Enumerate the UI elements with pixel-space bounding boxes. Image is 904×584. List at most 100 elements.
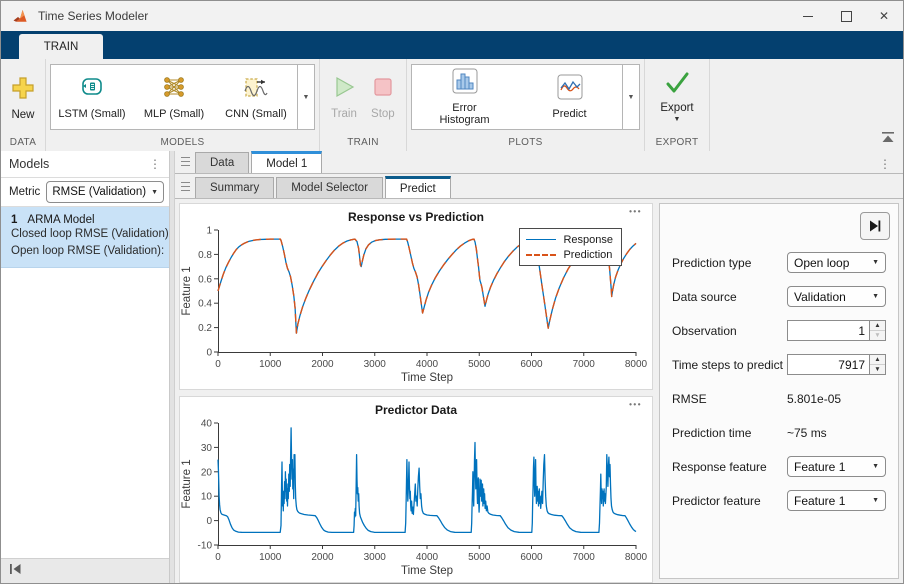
document-tab-menu-icon[interactable]: ⋮	[879, 159, 891, 169]
document-tab-row: Data Model 1 ⋮	[175, 151, 903, 174]
app-window: Time Series Modeler ✕ TRAIN New	[0, 0, 904, 584]
predictor-chart-title: Predictor Data	[375, 403, 457, 417]
time-steps-input[interactable]: 7917	[788, 355, 869, 374]
predictor-feature-row: Predictor feature Feature 1 ▼	[672, 489, 886, 512]
train-button-label: Train	[331, 108, 357, 120]
svg-text:40: 40	[201, 419, 213, 430]
tab-predict[interactable]: Predict	[385, 176, 451, 198]
gallery-item-lstm[interactable]: LSTM (Small)	[51, 74, 133, 120]
data-source-dropdown[interactable]: Validation ▼	[787, 286, 886, 307]
legend-label-prediction: Prediction	[563, 249, 612, 261]
cnn-icon	[243, 74, 269, 105]
tab-data[interactable]: Data	[195, 152, 249, 173]
svg-text:4000: 4000	[416, 552, 439, 563]
section-caption-train: TRAIN	[320, 135, 406, 151]
observation-spinner: 1 ▲ ▼	[787, 320, 886, 341]
toolstrip-section-models: LSTM (Small)	[46, 59, 320, 151]
chevron-down-icon: ▼	[872, 497, 879, 504]
metric-label: Metric	[9, 186, 40, 198]
svg-text:7000: 7000	[573, 359, 596, 370]
prediction-type-row: Prediction type Open loop ▼	[672, 251, 886, 274]
close-button[interactable]: ✕	[865, 1, 903, 31]
svg-text:0: 0	[206, 516, 212, 527]
observation-input[interactable]: 1	[788, 321, 869, 340]
predictor-feature-dropdown[interactable]: Feature 1 ▼	[787, 490, 886, 511]
model-list-item-selected[interactable]: 1ARMA Model Closed loop RMSE (Validation…	[1, 207, 169, 268]
data-source-row: Data source Validation ▼	[672, 285, 886, 308]
chart-options-icon[interactable]: •••	[629, 400, 642, 409]
svg-text:7000: 7000	[573, 552, 596, 563]
svg-text:3000: 3000	[364, 359, 387, 370]
svg-text:6000: 6000	[520, 359, 543, 370]
metric-dropdown[interactable]: RMSE (Validation) ▼	[46, 181, 164, 203]
models-gallery-dropdown-button[interactable]: ▼	[298, 64, 315, 130]
plots-gallery-dropdown-button[interactable]: ▼	[623, 64, 640, 130]
subtab-row-grip-icon[interactable]	[181, 182, 190, 191]
time-steps-decrement-button[interactable]: ▼	[870, 365, 885, 374]
tab-model-1[interactable]: Model 1	[251, 151, 322, 173]
metric-dropdown-value: RMSE (Validation)	[52, 186, 146, 198]
models-panel-footer	[1, 558, 169, 583]
close-icon: ✕	[879, 9, 889, 23]
time-steps-increment-button[interactable]: ▲	[870, 355, 885, 365]
minimize-icon	[803, 16, 813, 17]
mlp-network-icon	[161, 74, 187, 105]
tab-row-grip-icon[interactable]	[181, 157, 190, 166]
train-play-icon	[332, 75, 356, 104]
svg-text:0: 0	[215, 359, 221, 370]
predictor-feature-label: Predictor feature	[672, 494, 761, 508]
new-plus-icon	[10, 75, 36, 106]
gallery-item-predict-label: Predict	[552, 108, 586, 120]
ribbon-tab-band: TRAIN	[1, 31, 903, 59]
collapse-ribbon-button[interactable]	[881, 130, 895, 148]
toolstrip-section-plots: Error Histogram Predict	[407, 59, 645, 151]
section-caption-export: EXPORT	[645, 135, 709, 151]
toolstrip: New DATA	[1, 59, 903, 152]
maximize-icon	[841, 11, 852, 22]
gallery-item-mlp[interactable]: MLP (Small)	[133, 74, 215, 120]
metric-row: Metric RMSE (Validation) ▼	[1, 178, 169, 207]
legend-entry-prediction: Prediction	[526, 247, 613, 262]
new-button[interactable]: New	[10, 75, 36, 121]
tab-model-selector[interactable]: Model Selector	[276, 177, 383, 198]
gallery-item-lstm-label: LSTM (Small)	[58, 108, 125, 120]
ribbon-tab-train[interactable]: TRAIN	[19, 34, 103, 59]
response-feature-dropdown[interactable]: Feature 1 ▼	[787, 456, 886, 477]
prediction-type-dropdown[interactable]: Open loop ▼	[787, 252, 886, 273]
gallery-item-cnn[interactable]: CNN (Small)	[215, 74, 297, 120]
rmse-row: RMSE 5.801e-05	[672, 387, 886, 410]
collapse-panel-left-button[interactable]	[1, 562, 22, 580]
svg-text:8000: 8000	[625, 359, 648, 370]
predictor-feature-value: Feature 1	[794, 494, 845, 508]
stop-button[interactable]: Stop	[371, 75, 395, 120]
gallery-item-error-histogram[interactable]: Error Histogram	[412, 68, 517, 126]
train-button[interactable]: Train	[331, 75, 357, 120]
chevron-down-icon: ▼	[628, 94, 635, 101]
svg-text:1: 1	[206, 226, 212, 237]
svg-text:0: 0	[206, 348, 212, 359]
charts-column: Response vs Prediction ••• Response Pred…	[179, 203, 653, 579]
time-steps-label: Time steps to predict	[672, 358, 783, 372]
main-area: Models ⋮ Metric RMSE (Validation) ▼ 1ARM…	[1, 151, 903, 583]
document-area: Data Model 1 ⋮ Summary Model Selector Pr…	[175, 151, 903, 583]
chart-options-icon[interactable]: •••	[629, 207, 642, 216]
tab-summary[interactable]: Summary	[195, 177, 274, 198]
model-item-metric-line: Open loop RMSE (Validation):	[11, 243, 169, 260]
minimize-button[interactable]	[789, 1, 827, 31]
svg-text:0.8: 0.8	[198, 250, 212, 261]
collapse-panel-right-button[interactable]	[860, 212, 890, 240]
chevron-down-icon: ▼	[872, 293, 879, 300]
gallery-item-predict[interactable]: Predict	[517, 74, 622, 120]
maximize-button[interactable]	[827, 1, 865, 31]
chevron-down-icon: ▼	[872, 259, 879, 266]
export-button[interactable]: Export ▼	[660, 71, 693, 123]
models-panel-menu-icon[interactable]: ⋮	[149, 159, 161, 169]
observation-decrement-button[interactable]: ▼	[870, 331, 885, 340]
response-feature-value: Feature 1	[794, 460, 845, 474]
export-check-icon	[664, 71, 690, 100]
section-caption-models: MODELS	[46, 135, 319, 151]
section-caption-plots: PLOTS	[407, 135, 644, 151]
legend-label-response: Response	[563, 234, 613, 246]
time-steps-row: Time steps to predict 7917 ▲ ▼	[672, 353, 886, 376]
observation-increment-button[interactable]: ▲	[870, 321, 885, 331]
